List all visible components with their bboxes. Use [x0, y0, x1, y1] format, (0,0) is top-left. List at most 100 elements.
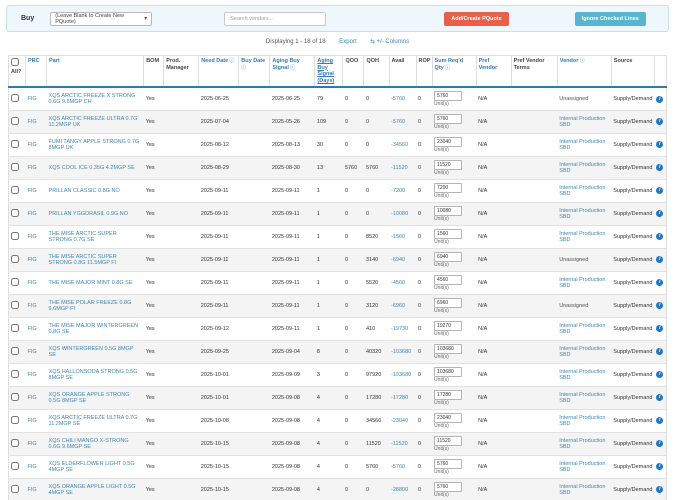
row-checkbox[interactable] — [11, 300, 19, 309]
prc-link[interactable]: FIG — [28, 372, 37, 378]
part-link[interactable]: XQS ORANGE APPLE STRONG 0.5G 8MGP SE — [49, 392, 130, 404]
column-header-buy_date[interactable]: Buy Date ⓘ — [238, 55, 271, 89]
sum-reqd-qty-input[interactable] — [434, 343, 463, 354]
vendor-link[interactable]: Internal Production SBD — [559, 231, 605, 243]
avail-link[interactable]: -28800 — [391, 487, 408, 493]
row-checkbox[interactable] — [11, 277, 19, 286]
avail-link[interactable]: -11520 — [391, 165, 408, 171]
sum-reqd-qty-input[interactable] — [434, 366, 463, 377]
part-link[interactable]: XQS ARCTIC FREEZE ULTRA 0.7G 11.2MGP SE — [49, 415, 138, 427]
prc-link[interactable]: FIG — [28, 326, 37, 332]
row-info-icon[interactable]: i — [656, 233, 664, 241]
avail-link[interactable]: -23040 — [391, 418, 408, 424]
select-all-checkbox[interactable] — [11, 58, 19, 66]
ignore-checked-lines-button[interactable]: Ignore Checked Lines — [574, 11, 646, 26]
prc-link[interactable]: FIG — [28, 349, 37, 355]
avail-link[interactable]: -1560 — [391, 234, 405, 240]
part-link[interactable]: THE MISE ARCTIC SUPER STRONG 0.8G 11.5MG… — [49, 254, 117, 266]
vendor-link[interactable]: Internal Production SBD — [559, 208, 605, 220]
avail-link[interactable]: -103680 — [391, 372, 411, 378]
row-info-icon[interactable]: i — [656, 141, 664, 149]
vendor-link[interactable]: Internal Production SBD — [559, 162, 605, 174]
part-link[interactable]: XQS ELDERFLOWER LIGHT 0.5G 4MGP SE — [49, 461, 135, 473]
part-link[interactable]: XQS COOL ICE 0.35G 4.2MGP SE — [49, 165, 135, 171]
sum-reqd-qty-input[interactable] — [434, 274, 463, 285]
vendor-link[interactable]: Internal Production SBD — [559, 346, 605, 358]
column-header-vendor[interactable]: Vendor ⓘ — [556, 55, 612, 89]
avail-link[interactable]: -6940 — [391, 257, 405, 263]
column-header-prc[interactable]: PRC — [25, 55, 48, 89]
prc-link[interactable]: FIG — [28, 487, 37, 493]
prc-link[interactable]: FIG — [28, 165, 37, 171]
avail-link[interactable]: -17280 — [391, 395, 408, 401]
row-checkbox[interactable] — [11, 461, 19, 470]
prc-link[interactable]: FIG — [28, 303, 37, 309]
sum-reqd-qty-input[interactable] — [434, 297, 463, 308]
prc-link[interactable]: FIG — [28, 211, 37, 217]
prc-link[interactable]: FIG — [28, 234, 37, 240]
part-link[interactable]: XQS HALLONSODA STRONG 0.5G 8MGP SE — [49, 369, 138, 381]
row-checkbox[interactable] — [11, 116, 19, 125]
vendor-link[interactable]: Internal Production SBD — [559, 116, 605, 128]
row-info-icon[interactable]: i — [656, 325, 664, 333]
row-checkbox[interactable] — [11, 254, 19, 263]
row-checkbox[interactable] — [11, 346, 19, 355]
info-icon[interactable]: ⓘ — [578, 58, 585, 64]
row-info-icon[interactable]: i — [656, 463, 664, 471]
part-link[interactable]: XQS ARCTIC FREEZE ULTRA 0.7G 11.2MGP UK — [49, 116, 138, 128]
prc-link[interactable]: FIG — [28, 464, 37, 470]
sum-reqd-qty-input[interactable] — [434, 251, 463, 262]
avail-link[interactable]: -5760 — [391, 119, 405, 125]
sum-reqd-qty-input[interactable] — [434, 412, 463, 423]
row-info-icon[interactable]: i — [656, 279, 664, 287]
row-checkbox[interactable] — [11, 162, 19, 171]
prc-link[interactable]: FIG — [28, 96, 37, 102]
avail-link[interactable]: -11520 — [391, 441, 408, 447]
part-link[interactable]: PRILLAN YGGDRASIL 0.9G NO — [49, 211, 128, 217]
column-header-need_date[interactable]: Need Date ⓘ — [198, 55, 240, 89]
column-header-aging_buy_signal[interactable]: Aging Buy Signal ⓘ — [269, 55, 316, 89]
avail-link[interactable]: -19730 — [391, 326, 408, 332]
row-checkbox[interactable] — [11, 392, 19, 401]
toggle-columns-link[interactable]: ⇆ +/- Columns — [370, 39, 409, 45]
row-info-icon[interactable]: i — [656, 348, 664, 356]
row-checkbox[interactable] — [11, 231, 19, 240]
part-link[interactable]: XQS ARCTIC FREEZE X STRONG 0.6G 9.6MGP C… — [49, 93, 136, 105]
row-info-icon[interactable]: i — [656, 302, 664, 310]
row-info-icon[interactable]: i — [656, 95, 664, 103]
sum-reqd-qty-input[interactable] — [434, 320, 463, 331]
row-info-icon[interactable]: i — [656, 210, 664, 218]
row-info-icon[interactable]: i — [656, 440, 664, 448]
sum-reqd-qty-input[interactable] — [434, 435, 463, 446]
part-link[interactable]: XQS ORANGE APPLE LIGHT 0.5G 4MGP SE — [49, 484, 136, 496]
vendor-link[interactable]: Internal Production SBD — [559, 185, 605, 197]
vendor-link[interactable]: Internal Production SBD — [559, 392, 605, 404]
prc-link[interactable]: FIG — [28, 257, 37, 263]
row-checkbox[interactable] — [11, 415, 19, 424]
avail-link[interactable]: -6960 — [391, 303, 405, 309]
part-link[interactable]: PRILLAN CLASSIC 0.8G NO — [49, 188, 120, 194]
info-icon[interactable]: ⓘ — [444, 65, 450, 71]
row-checkbox[interactable] — [11, 93, 19, 102]
info-icon[interactable]: ⓘ — [289, 65, 295, 71]
part-link[interactable]: XQS CHILI MANGO X-STRONG 0.6G 9.6MGP SE — [49, 438, 129, 450]
sum-reqd-qty-input[interactable] — [434, 136, 463, 147]
sum-reqd-qty-input[interactable] — [434, 182, 463, 193]
sum-reqd-qty-input[interactable] — [434, 481, 463, 492]
export-link[interactable]: Export — [339, 39, 356, 45]
avail-link[interactable]: -34560 — [391, 142, 408, 148]
info-icon[interactable]: ⓘ — [228, 58, 235, 64]
row-checkbox[interactable] — [11, 139, 19, 148]
sum-reqd-qty-input[interactable] — [434, 228, 463, 239]
row-info-icon[interactable]: i — [656, 164, 664, 172]
avail-link[interactable]: -5760 — [391, 96, 405, 102]
vendor-link[interactable]: Internal Production SBD — [559, 438, 605, 450]
row-checkbox[interactable] — [11, 208, 19, 217]
column-header-part[interactable]: Part — [46, 55, 145, 89]
vendor-link[interactable]: Internal Production SBD — [559, 415, 605, 427]
vendor-link[interactable]: Internal Production SBD — [559, 484, 605, 496]
vendor-search-input[interactable] — [224, 11, 327, 26]
vendor-link[interactable]: Internal Production SBD — [559, 323, 605, 335]
avail-link[interactable]: -4560 — [391, 280, 405, 286]
row-checkbox[interactable] — [11, 369, 19, 378]
